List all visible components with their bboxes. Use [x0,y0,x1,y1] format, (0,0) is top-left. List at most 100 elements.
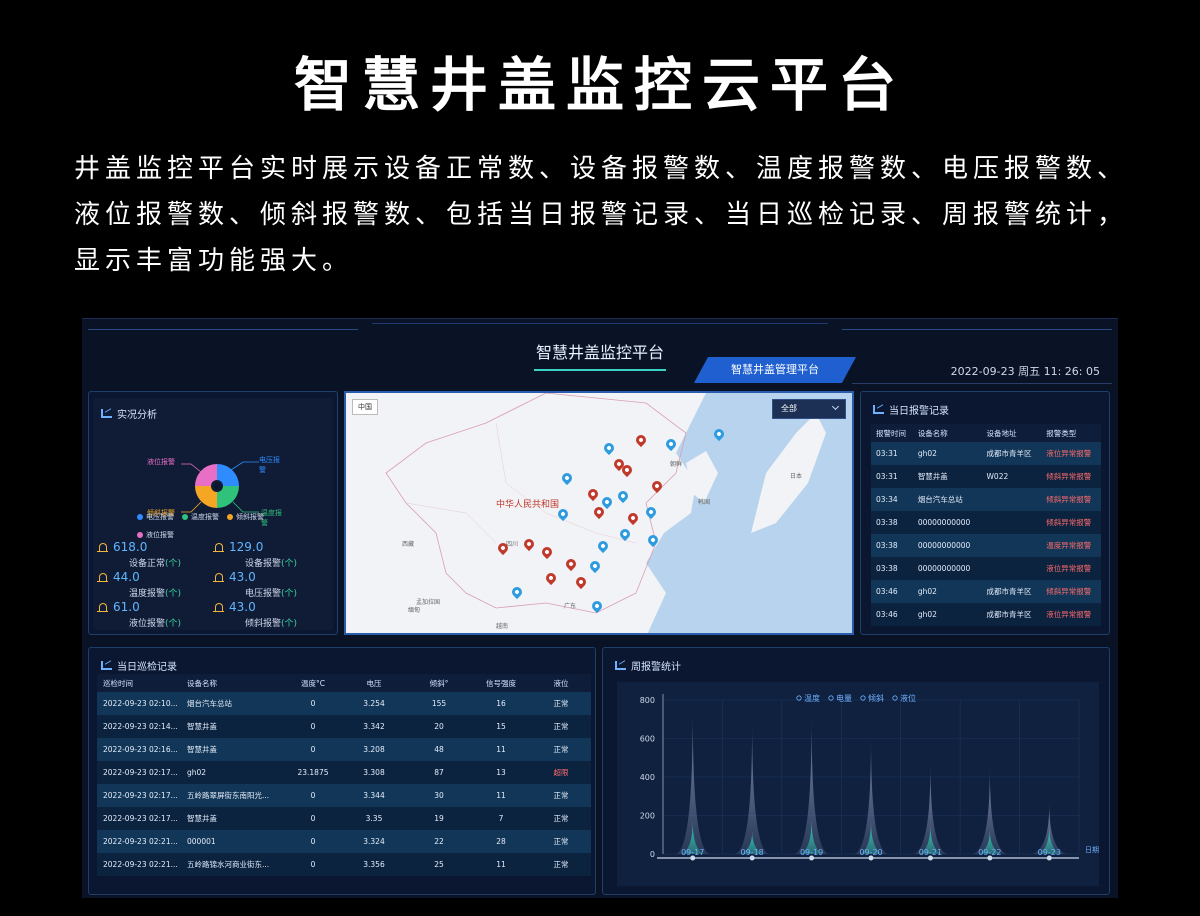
table-row[interactable]: 03:38 00000000000 倾斜异常报警 [871,511,1101,534]
stat-value: 61.0 [113,600,140,614]
table-row[interactable]: 2022-09-23 02:17... 五岭路翠屏街东南阳光... 0 3.344 30… [97,784,591,807]
map-label: 广东 [564,603,577,610]
cell: 3.324 [341,830,407,853]
stat-value: 129.0 [229,540,264,554]
legend-item-temperature[interactable]: 温度报警 [182,512,219,522]
col-header: 信号强度 [471,674,531,692]
x-tick-label: 09-23 [1038,848,1061,857]
cell: 0 [285,738,341,761]
cell: 03:46 [871,580,913,603]
alarm-records-title: 当日报警记录 [873,402,949,417]
bell-icon [97,573,108,582]
cell: 0 [285,784,341,807]
cell: 03:31 [871,465,913,488]
dashboard-title: 智慧井盖监控平台 [535,343,664,362]
table-row[interactable]: 03:38 00000000000 液位异常报警 [871,557,1101,580]
table-row[interactable]: 03:46 gh02 成都市青羊区 倾斜异常报警 [871,580,1101,603]
stat-unit: (个) [281,559,298,569]
cell: 3.208 [341,738,407,761]
cell: 0 [285,807,341,830]
patrol-records-title: 当日巡检记录 [101,658,177,673]
tab-baseline [852,383,1112,384]
table-row[interactable]: 2022-09-23 02:17... 智慧井盖 0 3.35 19 7 正常 [97,807,591,830]
stat-label: 温度报警 [129,589,166,599]
map-label: 日本 [790,473,803,480]
cell: 2022-09-23 02:14... [97,715,181,738]
cell: 03:38 [871,557,913,580]
patrol-records-panel: 当日巡检记录 巡检时间 设备名称 温度°C 电压 倾斜° 信号强度 液位 202… [88,647,596,895]
stats-panel: 实况分析 液位报警 电压报警 倾斜报警 温度报警 电压报警 温度报警 倾斜报警 … [88,391,338,635]
cell: 0 [285,830,341,853]
cell: 3.342 [341,715,407,738]
device-map[interactable]: 中国 全部 中华人民共和国 朝鲜 日本 韩国 越南 缅甸 孟加拉国 西藏 广东 … [344,391,854,635]
tab-management-platform[interactable]: 智慧井盖管理平台 [694,357,856,383]
y-tick-label: 800 [640,696,655,705]
chart-icon [101,409,112,418]
col-header: 巡检时间 [97,674,181,692]
cell: 超限 [531,761,591,784]
cell: 倾斜异常报警 [1041,580,1101,603]
cell [981,488,1042,511]
cell: 11 [471,853,531,876]
col-header: 报警类型 [1041,424,1101,442]
stat-alarm: 129.0 设备报警(个) [213,540,325,569]
cell: 2022-09-23 02:16... [97,738,181,761]
y-tick-label: 0 [650,850,655,859]
cell: 48 [407,738,471,761]
cell: 2022-09-23 02:17... [97,807,181,830]
cell: 正常 [531,692,591,715]
map-label: 缅甸 [408,607,421,614]
donut-leader-tilt [181,501,202,513]
legend-item-level[interactable]: 液位报警 [137,530,174,540]
col-header: 倾斜° [407,674,471,692]
bell-icon [97,543,108,552]
map-label: 越南 [496,623,509,630]
table-row[interactable]: 2022-09-23 02:16... 智慧井盖 0 3.208 48 11 正常 [97,738,591,761]
cell [981,511,1042,534]
map-label: 朝鲜 [670,461,683,468]
legend-marker [796,695,802,701]
dashboard-header: 智慧井盖监控平台 智慧井盖管理平台 2022-09-23 周五 11: 26: … [82,319,1118,385]
weekly-alarm-panel: 周报警统计 0 200 400 600 800 09-17 09-18 09-19 09-20 0… [602,647,1110,895]
cell: 2022-09-23 02:10... [97,692,181,715]
donut-label-voltage: 电压报警 [259,456,280,474]
donut-center [212,481,222,491]
cell: 2022-09-23 02:21... [97,853,181,876]
table-row[interactable]: 03:38 00000000000 温度异常报警 [871,534,1101,557]
table-row[interactable]: 2022-09-23 02:21... 000001 0 3.324 22 28 正常 [97,830,591,853]
cell: 03:34 [871,488,913,511]
col-header: 设备地址 [981,424,1042,442]
cell: 成都市青羊区 [981,580,1042,603]
cell: 3.308 [341,761,407,784]
legend-item-tilt[interactable]: 倾斜报警 [227,512,264,522]
title-underline [534,369,666,371]
table-row[interactable]: 03:31 gh02 成都市青羊区 液位异常报警 [871,442,1101,465]
table-row[interactable]: 2022-09-23 02:10... 烟台汽车总站 0 3.254 155 16 正常 [97,692,591,715]
bell-icon [97,603,108,612]
table-row[interactable]: 03:31 智慧井盖 W022 倾斜异常报警 [871,465,1101,488]
stat-value: 44.0 [113,570,140,584]
table-row[interactable]: 03:46 gh02 成都市青羊区 液位异常报警 [871,603,1101,626]
cell: 11 [471,784,531,807]
cell: 倾斜异常报警 [1041,465,1101,488]
table-row[interactable]: 2022-09-23 02:17... gh02 23.1875 3.308 87 13 超… [97,761,591,784]
alarm-records-panel: 当日报警记录 报警时间 设备名称 设备地址 报警类型 03:31 gh02 成都市青… [860,391,1110,635]
cell: W022 [981,465,1042,488]
donut-label-level: 液位报警 [147,458,175,466]
table-row[interactable]: 03:34 烟台汽车总站 倾斜异常报警 [871,488,1101,511]
cell: 液位异常报警 [1041,442,1101,465]
cell: 25 [407,853,471,876]
cell: 7 [471,807,531,830]
region-select[interactable]: 全部 [772,399,846,419]
legend-item-voltage[interactable]: 电压报警 [137,512,174,522]
x-tick-label: 09-19 [800,848,823,857]
table-row[interactable]: 2022-09-23 02:21... 五岭路锦水河商业街东... 0 3.356 25… [97,853,591,876]
stat-tilt: 43.0 倾斜报警(个) [213,600,325,629]
patrol-table: 巡检时间 设备名称 温度°C 电压 倾斜° 信号强度 液位 2022-09-23… [97,674,591,876]
weekly-chart-area: 0 200 400 600 800 09-17 09-18 09-19 09-20 09-21 09… [617,682,1099,886]
table-row[interactable]: 2022-09-23 02:14... 智慧井盖 0 3.342 20 15 正常 [97,715,591,738]
cell: 智慧井盖 [912,465,982,488]
x-tick-label: 09-18 [741,848,764,857]
cell: 03:31 [871,442,913,465]
legend-dot-tilt [227,514,233,520]
